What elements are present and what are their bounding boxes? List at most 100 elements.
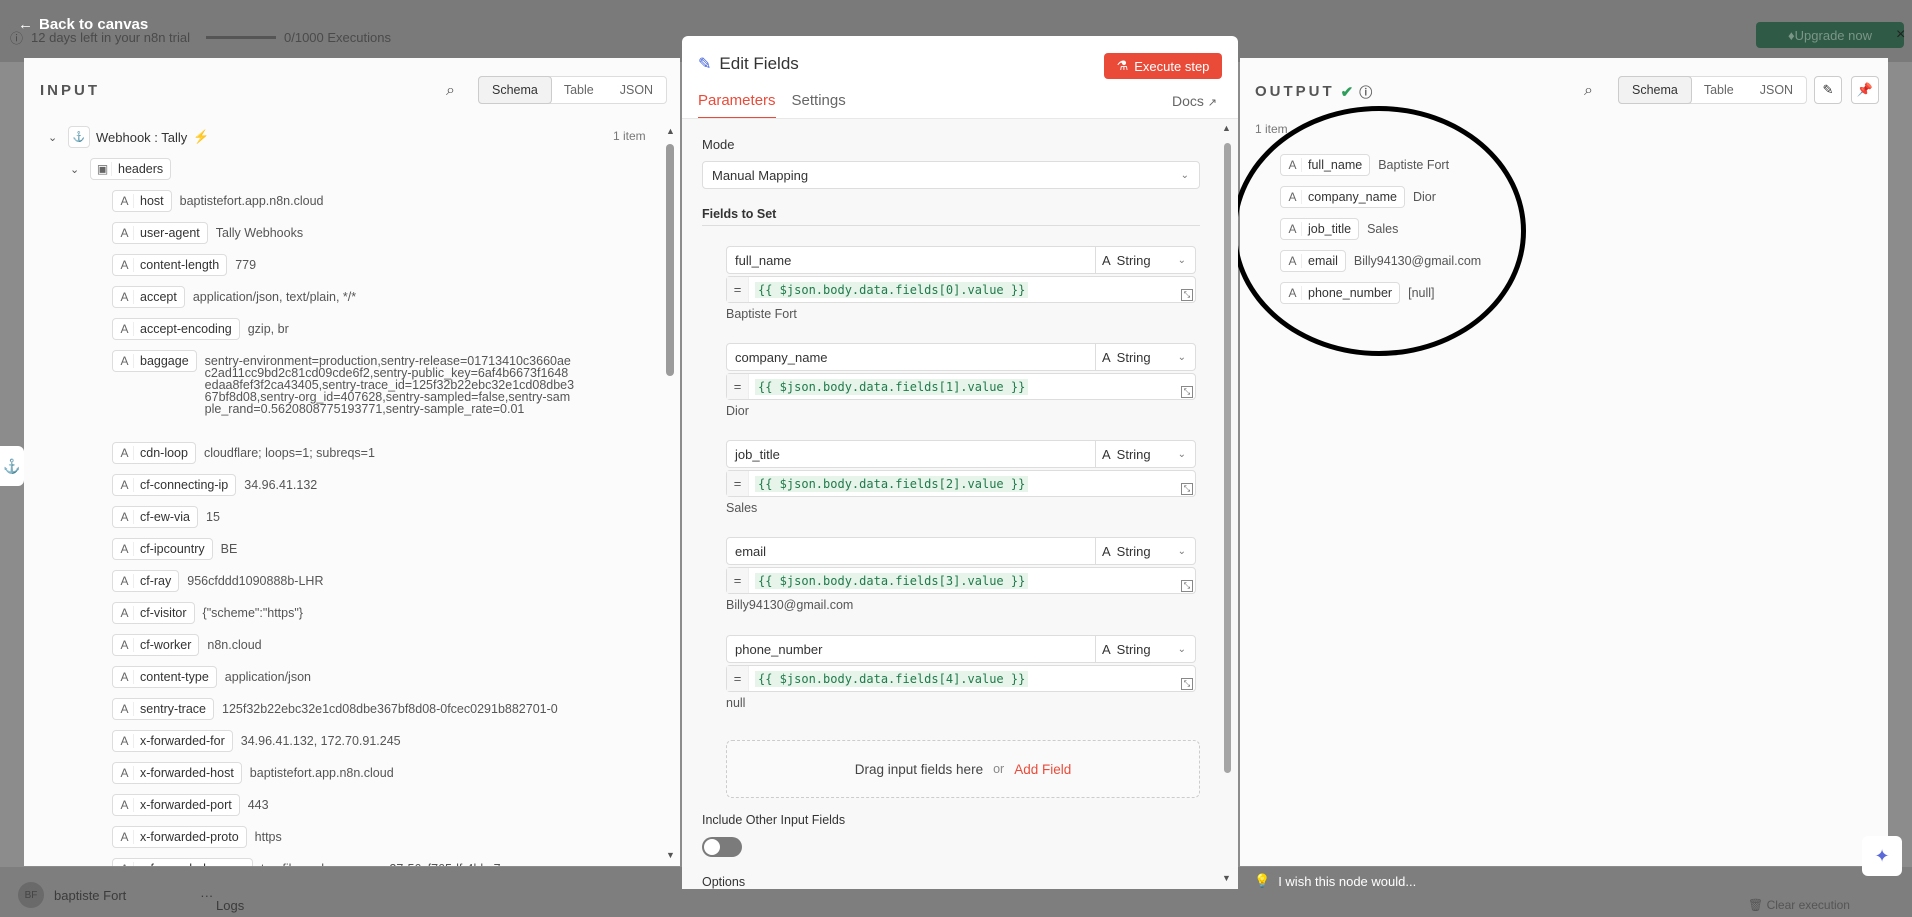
list-item[interactable]: Acontent-length 779 bbox=[112, 254, 256, 276]
user-menu[interactable]: BF baptiste Fort ··· bbox=[18, 882, 213, 908]
field-key[interactable]: Ahost bbox=[112, 190, 172, 212]
headers-pill[interactable]: ▣ headers bbox=[90, 158, 172, 180]
node-tree-row[interactable]: ⌄ ⚓ Webhook : Tally ⚡ bbox=[48, 126, 209, 148]
field-key[interactable]: Ax-forwarded-server bbox=[112, 858, 253, 866]
tab-parameters[interactable]: Parameters bbox=[698, 92, 776, 119]
field-key[interactable]: Aaccept bbox=[112, 286, 185, 308]
field-key[interactable]: Acf-ray bbox=[112, 570, 180, 592]
list-item[interactable]: Aaccept application/json, text/plain, */* bbox=[112, 286, 356, 308]
drop-zone[interactable]: Drag input fields here or Add Field bbox=[726, 740, 1200, 798]
field-value-expression[interactable]: = {{ $json.body.data.fields[1].value }} ⤡ bbox=[726, 373, 1196, 400]
logs-label[interactable]: Logs bbox=[216, 898, 244, 913]
feedback-prompt[interactable]: 💡 I wish this node would... bbox=[1254, 873, 1416, 889]
scroll-down-icon[interactable]: ▼ bbox=[1222, 873, 1231, 883]
list-item[interactable]: Acf-connecting-ip 34.96.41.132 bbox=[112, 474, 317, 496]
scroll-down-icon[interactable]: ▼ bbox=[666, 850, 675, 860]
field-name-input[interactable]: full_name bbox=[726, 246, 1096, 274]
field-name-input[interactable]: phone_number bbox=[726, 635, 1096, 663]
list-item[interactable]: Abaggage sentry-environment=production,se… bbox=[112, 350, 575, 415]
dialog-scrollbar[interactable] bbox=[1224, 143, 1231, 773]
list-item[interactable]: Ax-forwarded-host baptistefort.app.n8n.cl… bbox=[112, 762, 394, 784]
field-key[interactable]: Ax-forwarded-host bbox=[112, 762, 242, 784]
field-key[interactable]: Ax-forwarded-port bbox=[112, 794, 240, 816]
list-item[interactable]: Auser-agent Tally Webhooks bbox=[112, 222, 303, 244]
headers-row[interactable]: ⌄ ▣ headers bbox=[70, 158, 172, 180]
list-item[interactable]: Ahost baptistefort.app.n8n.cloud bbox=[112, 190, 324, 212]
edit-icon[interactable]: ✎ bbox=[1814, 76, 1842, 104]
search-icon[interactable]: ⌕ bbox=[446, 82, 455, 100]
field-key[interactable]: Acf-worker bbox=[112, 634, 200, 656]
list-item[interactable]: Acdn-loop cloudflare; loops=1; subreqs=1 bbox=[112, 442, 375, 464]
close-icon[interactable]: × bbox=[1896, 26, 1905, 44]
field-key[interactable]: Ax-forwarded-for bbox=[112, 730, 233, 752]
field-key[interactable]: Acontent-type bbox=[112, 666, 217, 688]
field-type-select[interactable]: A String ⌄ bbox=[1095, 635, 1196, 663]
field-key[interactable]: Acdn-loop bbox=[112, 442, 196, 464]
upgrade-button[interactable]: ♦ Upgrade now bbox=[1756, 22, 1904, 48]
field-key[interactable]: Ax-forwarded-proto bbox=[112, 826, 247, 848]
tab-settings[interactable]: Settings bbox=[792, 92, 846, 119]
view-table[interactable]: Table bbox=[1691, 77, 1747, 103]
field-value-expression[interactable]: = {{ $json.body.data.fields[2].value }} ⤡ bbox=[726, 470, 1196, 497]
list-item[interactable]: Aaccept-encoding gzip, br bbox=[112, 318, 289, 340]
field-key[interactable]: Acontent-length bbox=[112, 254, 228, 276]
scroll-up-icon[interactable]: ▲ bbox=[1222, 123, 1231, 133]
clear-execution-button[interactable]: 🗑 Clear execution bbox=[1748, 898, 1850, 912]
expand-icon[interactable]: ⤡ bbox=[1181, 386, 1193, 398]
field-name-input[interactable]: job_title bbox=[726, 440, 1096, 468]
field-type-select[interactable]: A String ⌄ bbox=[1095, 537, 1196, 565]
field-key[interactable]: Aaccept-encoding bbox=[112, 318, 240, 340]
list-item[interactable]: Asentry-trace 125f32b22ebc32e1cd08dbe367b… bbox=[112, 698, 558, 720]
field-key[interactable]: Auser-agent bbox=[112, 222, 208, 244]
info-icon[interactable]: ⓘ bbox=[1359, 82, 1372, 101]
field-value-expression[interactable]: = {{ $json.body.data.fields[0].value }} ⤡ bbox=[726, 276, 1196, 303]
include-other-toggle[interactable] bbox=[702, 837, 742, 857]
view-schema[interactable]: Schema bbox=[478, 76, 552, 104]
field-key[interactable]: Asentry-trace bbox=[112, 698, 214, 720]
pin-icon[interactable]: 📌 bbox=[1851, 76, 1879, 104]
expand-icon[interactable]: ⤡ bbox=[1181, 289, 1193, 301]
field-key[interactable]: Acf-connecting-ip bbox=[112, 474, 237, 496]
input-scrollbar[interactable] bbox=[666, 144, 674, 376]
list-item[interactable]: Acontent-type application/json bbox=[112, 666, 311, 688]
search-icon[interactable]: ⌕ bbox=[1584, 82, 1593, 100]
add-field-button[interactable]: Add Field bbox=[1014, 762, 1071, 777]
field-key[interactable]: Acf-ew-via bbox=[112, 506, 199, 528]
view-schema[interactable]: Schema bbox=[1618, 76, 1692, 104]
field-value-expression[interactable]: = {{ $json.body.data.fields[3].value }} ⤡ bbox=[726, 567, 1196, 594]
view-json[interactable]: JSON bbox=[607, 77, 666, 103]
webhook-node-icon[interactable]: ⚓ bbox=[0, 446, 24, 486]
execute-step-button[interactable]: ⚗ Execute step bbox=[1104, 53, 1222, 79]
list-item[interactable]: Acf-worker n8n.cloud bbox=[112, 634, 262, 656]
chevron-down-icon[interactable]: ⌄ bbox=[48, 131, 62, 144]
field-name-input[interactable]: email bbox=[726, 537, 1096, 565]
list-item[interactable]: Ax-forwarded-port 443 bbox=[112, 794, 269, 816]
list-item[interactable]: Ax-forwarded-server traefik-prod-users-gw… bbox=[112, 858, 501, 866]
view-json[interactable]: JSON bbox=[1747, 77, 1806, 103]
chevron-down-icon[interactable]: ⌄ bbox=[70, 163, 84, 176]
field-type-select[interactable]: A String ⌄ bbox=[1095, 246, 1196, 274]
back-to-canvas-button[interactable]: ← Back to canvas bbox=[18, 16, 148, 33]
list-item[interactable]: Acf-ew-via 15 bbox=[112, 506, 220, 528]
view-table[interactable]: Table bbox=[551, 77, 607, 103]
expand-icon[interactable]: ⤡ bbox=[1181, 483, 1193, 495]
field-name-input[interactable]: company_name bbox=[726, 343, 1096, 371]
list-item[interactable]: Acf-ray 956cfddd1090888b-LHR bbox=[112, 570, 323, 592]
more-icon[interactable]: ··· bbox=[200, 888, 213, 903]
field-key[interactable]: Abaggage bbox=[112, 350, 197, 372]
mode-select[interactable]: Manual Mapping ⌄ bbox=[702, 161, 1200, 189]
field-key[interactable]: Acf-visitor bbox=[112, 602, 195, 624]
list-item[interactable]: Acf-ipcountry BE bbox=[112, 538, 237, 560]
expand-icon[interactable]: ⤡ bbox=[1181, 580, 1193, 592]
ai-assistant-button[interactable]: ✦ bbox=[1862, 836, 1902, 876]
scroll-up-icon[interactable]: ▲ bbox=[666, 126, 675, 136]
list-item[interactable]: Acf-visitor {"scheme":"https"} bbox=[112, 602, 303, 624]
field-type-select[interactable]: A String ⌄ bbox=[1095, 343, 1196, 371]
list-item[interactable]: Ax-forwarded-proto https bbox=[112, 826, 282, 848]
field-type-select[interactable]: A String ⌄ bbox=[1095, 440, 1196, 468]
expand-icon[interactable]: ⤡ bbox=[1181, 678, 1193, 690]
field-value-expression[interactable]: = {{ $json.body.data.fields[4].value }} ⤡ bbox=[726, 665, 1196, 692]
list-item[interactable]: Ax-forwarded-for 34.96.41.132, 172.70.91.… bbox=[112, 730, 401, 752]
field-key[interactable]: Acf-ipcountry bbox=[112, 538, 213, 560]
docs-link[interactable]: Docs ↗ bbox=[1172, 93, 1217, 109]
